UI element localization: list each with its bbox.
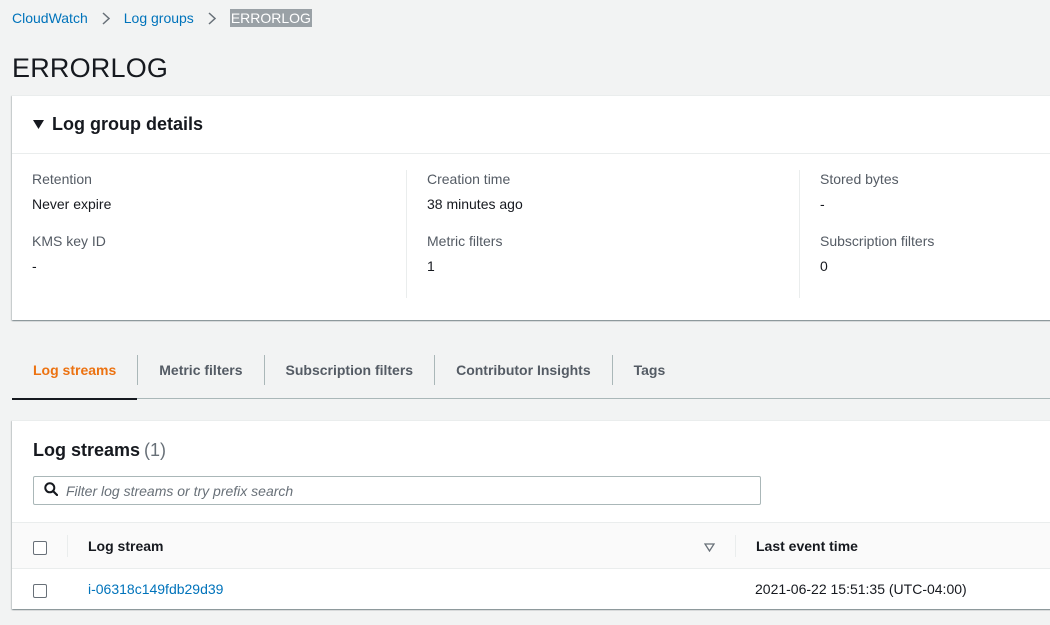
row-checkbox[interactable] [33, 584, 47, 598]
metric-filters-value: 1 [427, 258, 435, 274]
log-stream-column-header[interactable]: Log stream [88, 538, 163, 554]
log-streams-heading: Log streams (1) [33, 440, 166, 461]
log-streams-count: (1) [144, 440, 167, 460]
details-column-3: Stored bytes - Subscription filters 0 [799, 170, 1050, 298]
chevron-right-icon [102, 11, 110, 25]
log-group-details-panel: Log group details Retention Never expire… [12, 95, 1050, 320]
table-header: Log stream Last event time [12, 522, 1050, 569]
tab-bar: Log streams Metric filters Subscription … [12, 341, 1050, 400]
log-stream-link[interactable]: i-06318c149fdb29d39 [88, 581, 223, 597]
subscription-filters-field: Subscription filters 0 [820, 232, 1050, 275]
tab-contributor-insights[interactable]: Contributor Insights [435, 341, 612, 399]
details-column-2: Creation time 38 minutes ago Metric filt… [406, 170, 800, 298]
breadcrumb-current: ERRORLOG [229, 9, 312, 27]
details-body: Retention Never expire KMS key ID - Crea… [12, 154, 1050, 320]
stored-bytes-label: Stored bytes [820, 171, 899, 187]
tab-metric-filters[interactable]: Metric filters [138, 341, 263, 399]
column-divider [735, 535, 736, 557]
metric-filters-field: Metric filters 1 [427, 232, 800, 275]
log-group-details-toggle[interactable]: Log group details [12, 96, 1050, 154]
last-event-time-cell: 2021-06-22 15:51:35 (UTC-04:00) [755, 581, 967, 597]
search-icon [44, 482, 59, 499]
stored-bytes-field: Stored bytes - [820, 170, 1050, 213]
tab-tags[interactable]: Tags [613, 341, 687, 399]
creation-time-field: Creation time 38 minutes ago [427, 170, 800, 213]
details-title: Log group details [52, 114, 203, 134]
breadcrumb-cloudwatch-link[interactable]: CloudWatch [12, 10, 88, 26]
table-row: i-06318c149fdb29d39 2021-06-22 15:51:35 … [12, 569, 1050, 610]
subscription-filters-label: Subscription filters [820, 233, 935, 249]
page-title: ERRORLOG [12, 53, 169, 83]
kms-key-label: KMS key ID [32, 233, 106, 249]
metric-filters-label: Metric filters [427, 233, 503, 249]
tab-subscription-filters[interactable]: Subscription filters [265, 341, 435, 399]
subscription-filters-value: 0 [820, 258, 828, 274]
kms-key-field: KMS key ID - [32, 232, 407, 275]
kms-key-value: - [32, 258, 37, 274]
retention-label: Retention [32, 171, 92, 187]
sort-down-icon[interactable] [703, 539, 716, 555]
column-divider [67, 535, 68, 557]
select-all-checkbox[interactable] [33, 541, 47, 555]
last-event-time-column-header[interactable]: Last event time [756, 538, 858, 554]
breadcrumb: CloudWatch Log groups ERRORLOG [12, 9, 312, 27]
retention-value: Never expire [32, 196, 112, 212]
creation-time-value: 38 minutes ago [427, 196, 523, 212]
stored-bytes-value: - [820, 196, 825, 212]
caret-down-icon [33, 117, 44, 132]
log-streams-panel: Log streams(1) Log stream Last event tim… [12, 420, 1050, 609]
chevron-right-icon [208, 11, 216, 25]
tab-log-streams[interactable]: Log streams [12, 341, 138, 400]
breadcrumb-log-groups-link[interactable]: Log groups [124, 10, 194, 26]
log-streams-title: Log streams [33, 440, 141, 460]
retention-field: Retention Never expire [32, 170, 407, 213]
log-stream-search-input[interactable] [66, 478, 760, 503]
log-stream-search-box [33, 476, 761, 505]
creation-time-label: Creation time [427, 171, 511, 187]
details-column-1: Retention Never expire KMS key ID - [32, 170, 407, 298]
